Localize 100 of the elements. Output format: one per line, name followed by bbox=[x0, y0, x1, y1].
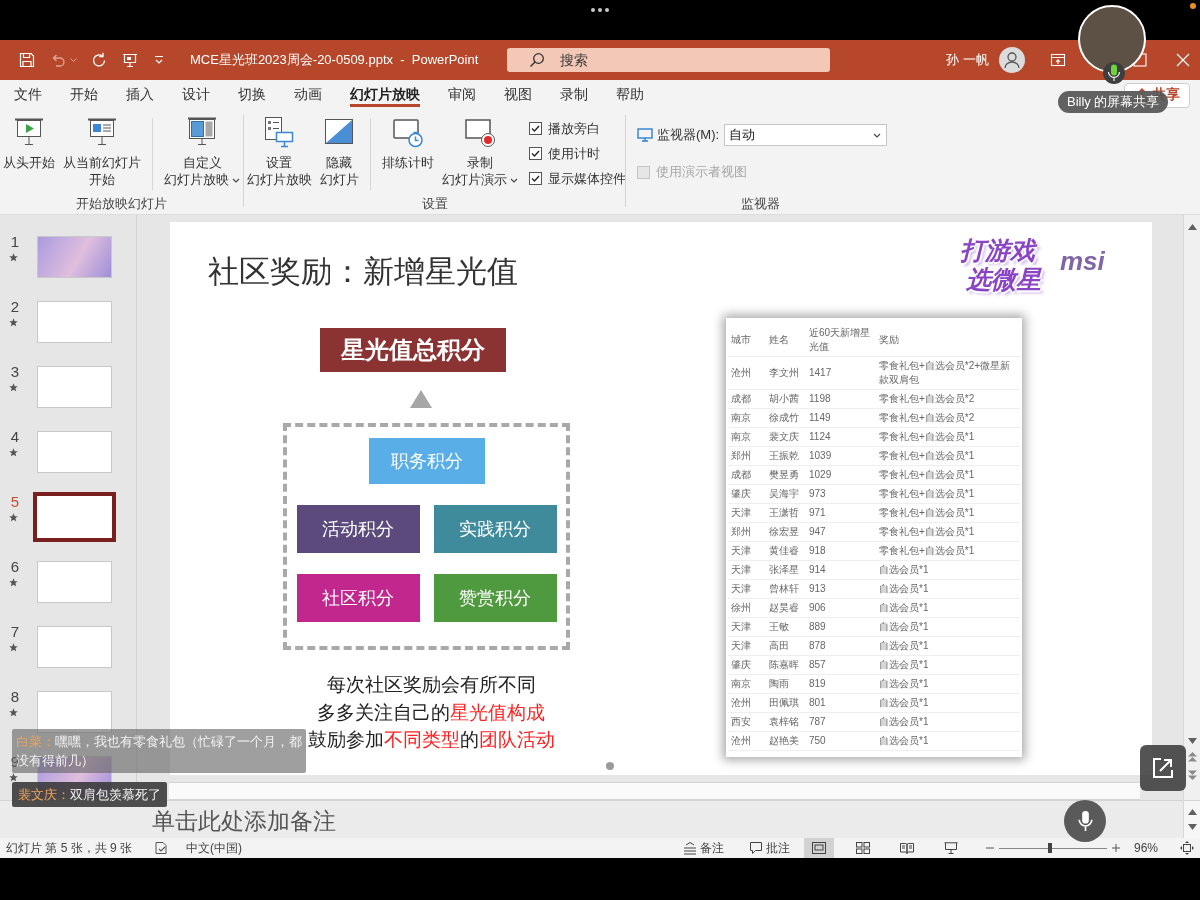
points-category-box: 赞赏积分 bbox=[433, 574, 557, 622]
table-cell: 零食礼包+自选会员*1 bbox=[876, 522, 1020, 542]
table-cell: 1039 bbox=[806, 446, 876, 466]
table-cell: 高田 bbox=[766, 636, 806, 656]
user-name: 孙 一帆 bbox=[946, 51, 989, 69]
table-cell: 肇庆 bbox=[728, 484, 766, 504]
table-cell: 零食礼包+自选会员*1 bbox=[876, 465, 1020, 485]
table-cell: 陶雨 bbox=[766, 674, 806, 694]
column-header: 城市 bbox=[728, 324, 766, 357]
table-cell: 零食礼包+自选会员*2+微星新款双肩包 bbox=[876, 356, 1020, 390]
checkbox-label: 使用演示者视图 bbox=[656, 163, 747, 181]
caption-line: 每次社区奖励会有所不同 bbox=[326, 673, 536, 697]
table-cell: 天津 bbox=[728, 560, 766, 580]
table-cell: 天津 bbox=[728, 503, 766, 523]
table-cell: 1417 bbox=[806, 356, 876, 390]
table-cell: 郑州 bbox=[728, 446, 766, 466]
table-cell: 787 bbox=[806, 712, 876, 732]
table-cell: 971 bbox=[806, 503, 876, 523]
table-cell: 徐宏昱 bbox=[766, 522, 806, 542]
table-cell: 田佩琪 bbox=[766, 693, 806, 713]
table-cell: 樊昱勇 bbox=[766, 465, 806, 485]
table-cell: 王潇哲 bbox=[766, 503, 806, 523]
points-category-box: 活动积分 bbox=[296, 505, 420, 553]
table-cell: 成都 bbox=[728, 389, 766, 409]
table-cell: 王敏 bbox=[766, 617, 806, 637]
checkbox-label: 显示媒体控件 bbox=[547, 169, 626, 188]
table-cell: 973 bbox=[806, 484, 876, 504]
table-cell: 南京 bbox=[728, 674, 766, 694]
table-cell: 天津 bbox=[728, 541, 766, 561]
slide-number: 1 bbox=[10, 233, 20, 250]
table-cell: 878 bbox=[806, 636, 876, 656]
table-cell: 自选会员*1 bbox=[876, 560, 1020, 580]
table-cell: 零食礼包+自选会员*1 bbox=[876, 503, 1020, 523]
column-header: 奖励 bbox=[876, 324, 1020, 357]
table-cell: 赵昊睿 bbox=[766, 598, 806, 618]
table-cell: 913 bbox=[806, 579, 876, 599]
logo-text: 打游戏 选微星 bbox=[960, 236, 1041, 294]
column-header: 姓名 bbox=[766, 324, 806, 357]
points-category-box: 职务积分 bbox=[368, 438, 485, 484]
table-cell: 李文州 bbox=[766, 356, 806, 390]
table-cell: 吴海宇 bbox=[766, 484, 806, 504]
chat-toast: 裴文庆：双肩包羡慕死了 bbox=[12, 782, 167, 807]
table-cell: 零食礼包+自选会员*2 bbox=[876, 408, 1020, 428]
table-cell: 819 bbox=[806, 674, 876, 694]
table-cell: 零食礼包+自选会员*1 bbox=[876, 541, 1020, 561]
table-cell: 自选会员*1 bbox=[876, 693, 1020, 713]
table-cell: 胡小茜 bbox=[766, 389, 806, 409]
table-cell: 天津 bbox=[728, 636, 766, 656]
table-cell: 成都 bbox=[728, 465, 766, 485]
slide-number: 2 bbox=[10, 298, 20, 315]
group-label: 开始放映幻灯片 bbox=[75, 195, 168, 213]
table-cell: 袁梓铭 bbox=[766, 712, 806, 732]
table-cell: 零食礼包+自选会员*1 bbox=[876, 427, 1020, 447]
column-header: 近60天新增星光值 bbox=[806, 324, 876, 357]
table-cell: 徐成竹 bbox=[766, 408, 806, 428]
table-cell: 918 bbox=[806, 541, 876, 561]
slide-number: 4 bbox=[10, 428, 20, 445]
table-cell: 自选会员*1 bbox=[876, 598, 1020, 618]
table-cell: 沧州 bbox=[728, 693, 766, 713]
table-cell: 沧州 bbox=[728, 731, 766, 751]
checkbox-label: 播放旁白 bbox=[547, 119, 600, 138]
checkbox-label: 使用计时 bbox=[547, 144, 600, 163]
brand-name: msi bbox=[1060, 246, 1105, 276]
table-cell: 黄佳睿 bbox=[766, 541, 806, 561]
group-label: 设置 bbox=[420, 195, 449, 213]
table-cell: 徐州 bbox=[728, 598, 766, 618]
table-cell: 南京 bbox=[728, 408, 766, 428]
slide-number: 6 bbox=[10, 558, 20, 575]
table-cell: 赵艳美 bbox=[766, 731, 806, 751]
slide-number: 5 bbox=[10, 493, 20, 510]
table-cell: 南京 bbox=[728, 427, 766, 447]
table-cell: 自选会员*1 bbox=[876, 731, 1020, 751]
points-category-box: 社区积分 bbox=[296, 574, 420, 622]
slide-number: 8 bbox=[10, 688, 20, 705]
table-cell: 914 bbox=[806, 560, 876, 580]
table-cell: 自选会员*1 bbox=[876, 674, 1020, 694]
table-cell: 西安 bbox=[728, 712, 766, 732]
table-cell: 1149 bbox=[806, 408, 876, 428]
table-cell: 零食礼包+自选会员*2 bbox=[876, 389, 1020, 409]
table-cell: 裴文庆 bbox=[766, 427, 806, 447]
table-cell: 张泽星 bbox=[766, 560, 806, 580]
points-category-box: 实践积分 bbox=[433, 505, 557, 553]
table-cell: 肇庆 bbox=[728, 655, 766, 675]
window-title: MCE星光班2023周会-20-0509.pptx - PowerPoint bbox=[190, 51, 480, 69]
table-cell: 1029 bbox=[806, 465, 876, 485]
table-cell: 天津 bbox=[728, 617, 766, 637]
slide-counter: 幻灯片 第 5 张，共 9 张 bbox=[6, 839, 133, 857]
table-cell: 自选会员*1 bbox=[876, 617, 1020, 637]
table-cell: 天津 bbox=[728, 579, 766, 599]
slide-number: 3 bbox=[10, 363, 20, 380]
field-label: 监视器(M): bbox=[657, 126, 720, 144]
table-cell: 1198 bbox=[806, 389, 876, 409]
group-label: 监视器 bbox=[740, 195, 781, 213]
caption-line: 鼓励参加不同类型的团队活动 bbox=[307, 728, 555, 752]
table-cell: 750 bbox=[806, 731, 876, 751]
table-cell: 947 bbox=[806, 522, 876, 542]
table-cell: 自选会员*1 bbox=[876, 636, 1020, 656]
table-cell: 郑州 bbox=[728, 522, 766, 542]
table-cell: 零食礼包+自选会员*1 bbox=[876, 484, 1020, 504]
table-cell: 自选会员*1 bbox=[876, 655, 1020, 675]
